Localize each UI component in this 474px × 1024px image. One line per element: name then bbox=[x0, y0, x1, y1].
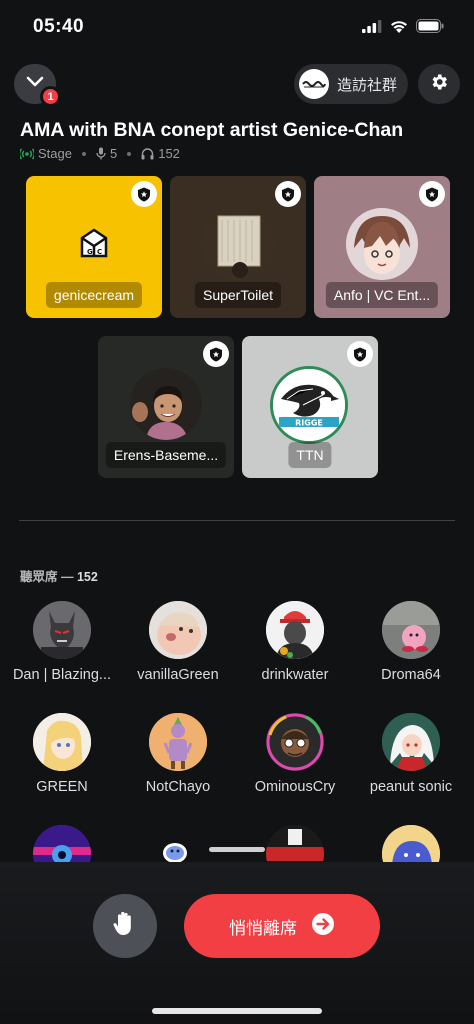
visit-community-label: 造訪社群 bbox=[337, 76, 398, 94]
gear-icon bbox=[429, 72, 449, 97]
audience-member[interactable]: vanillaGreen bbox=[123, 601, 233, 701]
leave-quietly-label: 悄悄離席 bbox=[229, 918, 297, 938]
moderator-icon bbox=[347, 341, 373, 367]
arrow-right-icon bbox=[311, 912, 335, 941]
moderator-icon bbox=[203, 341, 229, 367]
audience-member[interactable]: drinkwater bbox=[240, 601, 350, 701]
cellular-signal-icon bbox=[362, 19, 382, 38]
avatar bbox=[149, 601, 207, 659]
audience-name: OminousCry bbox=[254, 779, 336, 795]
visit-community-button[interactable]: 造訪社群 bbox=[294, 64, 408, 104]
audience-name: drinkwater bbox=[261, 667, 329, 683]
avatar: RIGGE bbox=[270, 366, 348, 444]
avatar bbox=[33, 601, 91, 659]
audience-name: Droma64 bbox=[381, 667, 441, 683]
svg-text:G: G bbox=[87, 248, 93, 256]
svg-text:RIGGE: RIGGE bbox=[295, 419, 323, 428]
audience-member[interactable]: GREEN bbox=[7, 713, 117, 813]
top-bar: 1 造訪社群 bbox=[0, 62, 474, 108]
server-icon bbox=[299, 69, 329, 99]
moderator-icon bbox=[275, 181, 301, 207]
audience-member[interactable]: Dan | Blazing... bbox=[7, 601, 117, 701]
audience-count: 152 bbox=[76, 570, 98, 584]
audience-header: 聽眾席 — 152 bbox=[20, 570, 98, 584]
status-bar: 05:40 bbox=[0, 0, 474, 56]
avatar: GC bbox=[58, 208, 130, 280]
speaker-name: genicecream bbox=[45, 282, 143, 308]
section-divider bbox=[19, 520, 455, 521]
avatar bbox=[382, 601, 440, 659]
audience-member[interactable]: peanut sonic bbox=[356, 713, 466, 813]
headphones-icon bbox=[141, 147, 154, 160]
speaker-tile[interactable]: Erens-Baseme... bbox=[98, 336, 234, 478]
wifi-icon bbox=[390, 20, 408, 38]
listeners-count: 152 bbox=[158, 146, 180, 161]
speaker-name: SuperToilet bbox=[194, 282, 282, 308]
stage-icon bbox=[20, 148, 34, 160]
audience-name: vanillaGreen bbox=[137, 667, 219, 683]
avatar bbox=[202, 208, 274, 280]
avatar bbox=[382, 713, 440, 771]
avatar bbox=[266, 601, 324, 659]
svg-text:C: C bbox=[97, 248, 102, 256]
moderator-icon bbox=[131, 181, 157, 207]
audience-member[interactable]: Droma64 bbox=[356, 601, 466, 701]
speakers-count: 5 bbox=[109, 146, 118, 161]
speaker-tile[interactable]: Anfo | VC Ent... bbox=[314, 176, 450, 318]
notification-badge: 1 bbox=[40, 86, 61, 107]
leave-quietly-button[interactable]: 悄悄離席 bbox=[184, 894, 380, 958]
stage-title: AMA with BNA conept artist Genice-Chan bbox=[20, 119, 404, 141]
settings-button[interactable] bbox=[418, 64, 460, 104]
microphone-icon bbox=[96, 147, 106, 160]
avatar bbox=[346, 208, 418, 280]
avatar bbox=[130, 368, 202, 440]
moderator-icon bbox=[419, 181, 445, 207]
battery-icon bbox=[416, 19, 444, 38]
audience-name: peanut sonic bbox=[369, 779, 453, 795]
speaker-tile[interactable]: GC genicecream bbox=[26, 176, 162, 318]
speaker-name: Erens-Baseme... bbox=[105, 442, 227, 468]
audience-label: 聽眾席 bbox=[20, 570, 58, 584]
speaker-tile[interactable]: RIGGE TTN bbox=[242, 336, 378, 478]
speaker-tile[interactable]: SuperToilet bbox=[170, 176, 306, 318]
avatar bbox=[33, 713, 91, 771]
status-icons bbox=[362, 19, 444, 38]
stage-meta: Stage 5 152 bbox=[20, 146, 180, 161]
audience-name: Dan | Blazing... bbox=[12, 667, 112, 683]
raise-hand-button[interactable] bbox=[93, 894, 157, 958]
home-indicator bbox=[152, 1008, 322, 1014]
speaker-name: Anfo | VC Ent... bbox=[325, 282, 439, 308]
audience-name: NotChayo bbox=[145, 779, 211, 795]
stage-type-label: Stage bbox=[38, 146, 72, 161]
avatar bbox=[149, 713, 207, 771]
raise-hand-icon bbox=[112, 910, 138, 943]
status-time: 05:40 bbox=[33, 16, 85, 37]
speaker-name: TTN bbox=[288, 442, 332, 468]
audience-member[interactable]: OminousCry bbox=[240, 713, 350, 813]
drag-handle[interactable] bbox=[209, 847, 265, 852]
audience-name: GREEN bbox=[36, 779, 88, 795]
avatar bbox=[266, 713, 324, 771]
audience-member[interactable]: NotChayo bbox=[123, 713, 233, 813]
